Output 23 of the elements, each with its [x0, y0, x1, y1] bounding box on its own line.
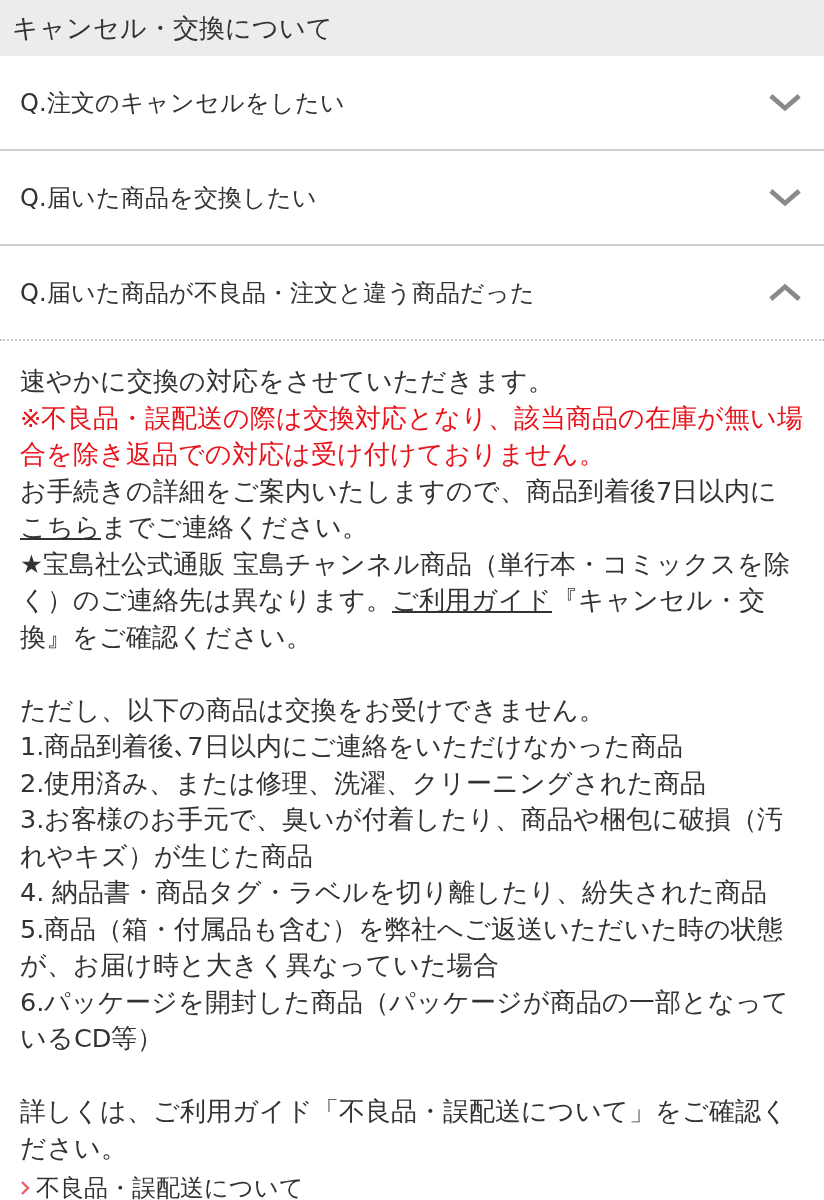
text-link[interactable]: こちら [20, 512, 101, 542]
guide-link[interactable]: 不良品・誤配送について [20, 1170, 304, 1200]
chevron-up-icon [768, 283, 802, 302]
faq-question[interactable]: Q.届いた商品が不良品・注文と違う商品だった [0, 246, 824, 341]
section-title: キャンセル・交換について [12, 11, 333, 45]
chevron-down-icon [768, 188, 802, 207]
list-item: 3.お客様のお手元で、臭いが付着したり、商品や梱包に破損（汚れやキズ）が生じた商品 [20, 803, 785, 873]
list-item: 6.パッケージを開封した商品（パッケージが商品の一部となっているCD等） [20, 985, 791, 1055]
list-item: 4. 納品書・商品タグ・ラベルを切り離したり、紛失された商品 [20, 876, 769, 909]
faq-question[interactable]: Q.注文のキャンセルをしたい [0, 56, 824, 151]
list-item: 1.商品到着後､7日以内にご連絡をいただけなかった商品 [20, 730, 684, 763]
chevron-right-icon [20, 1180, 30, 1197]
paragraph: 詳しくは、ご利用ガイド「不良品・誤配送について」をご確認ください。 [20, 1095, 789, 1165]
list-item: 5.商品（箱・付属品も含む）を弊社へご返送いただいた時の状態が、お届け時と大きく異なっていた場合 [20, 912, 785, 982]
paragraph: 速やかに交換の対応をさせていただきます。 [20, 365, 555, 398]
paragraph: ただし、以下の商品は交換をお受けできません。 [20, 693, 606, 727]
warning-text: ※不良品・誤配送の際は交換対応となり、該当商品の在庫が無い場合を除き返品での対応は受け付けておりません。 [20, 401, 805, 471]
list-item: 2.使用済み、または修理、洗濯、クリーニングされた商品 [20, 766, 708, 800]
text-link[interactable]: ご利用ガイド [392, 585, 552, 615]
paragraph: ★宝島社公式通販 宝島チャンネル商品（単行本・コミックスを除く）のご連絡先は異なります。ご利用ガイド『キャンセル・交換』をご確認ください。 [20, 547, 791, 654]
faq-question[interactable]: Q.届いた商品を交換したい [0, 151, 824, 246]
paragraph: お手続きの詳細をご案内いたしますので、商品到着後7日以内に こちら までご連絡ください。 [20, 474, 779, 544]
chevron-down-icon [768, 93, 802, 112]
